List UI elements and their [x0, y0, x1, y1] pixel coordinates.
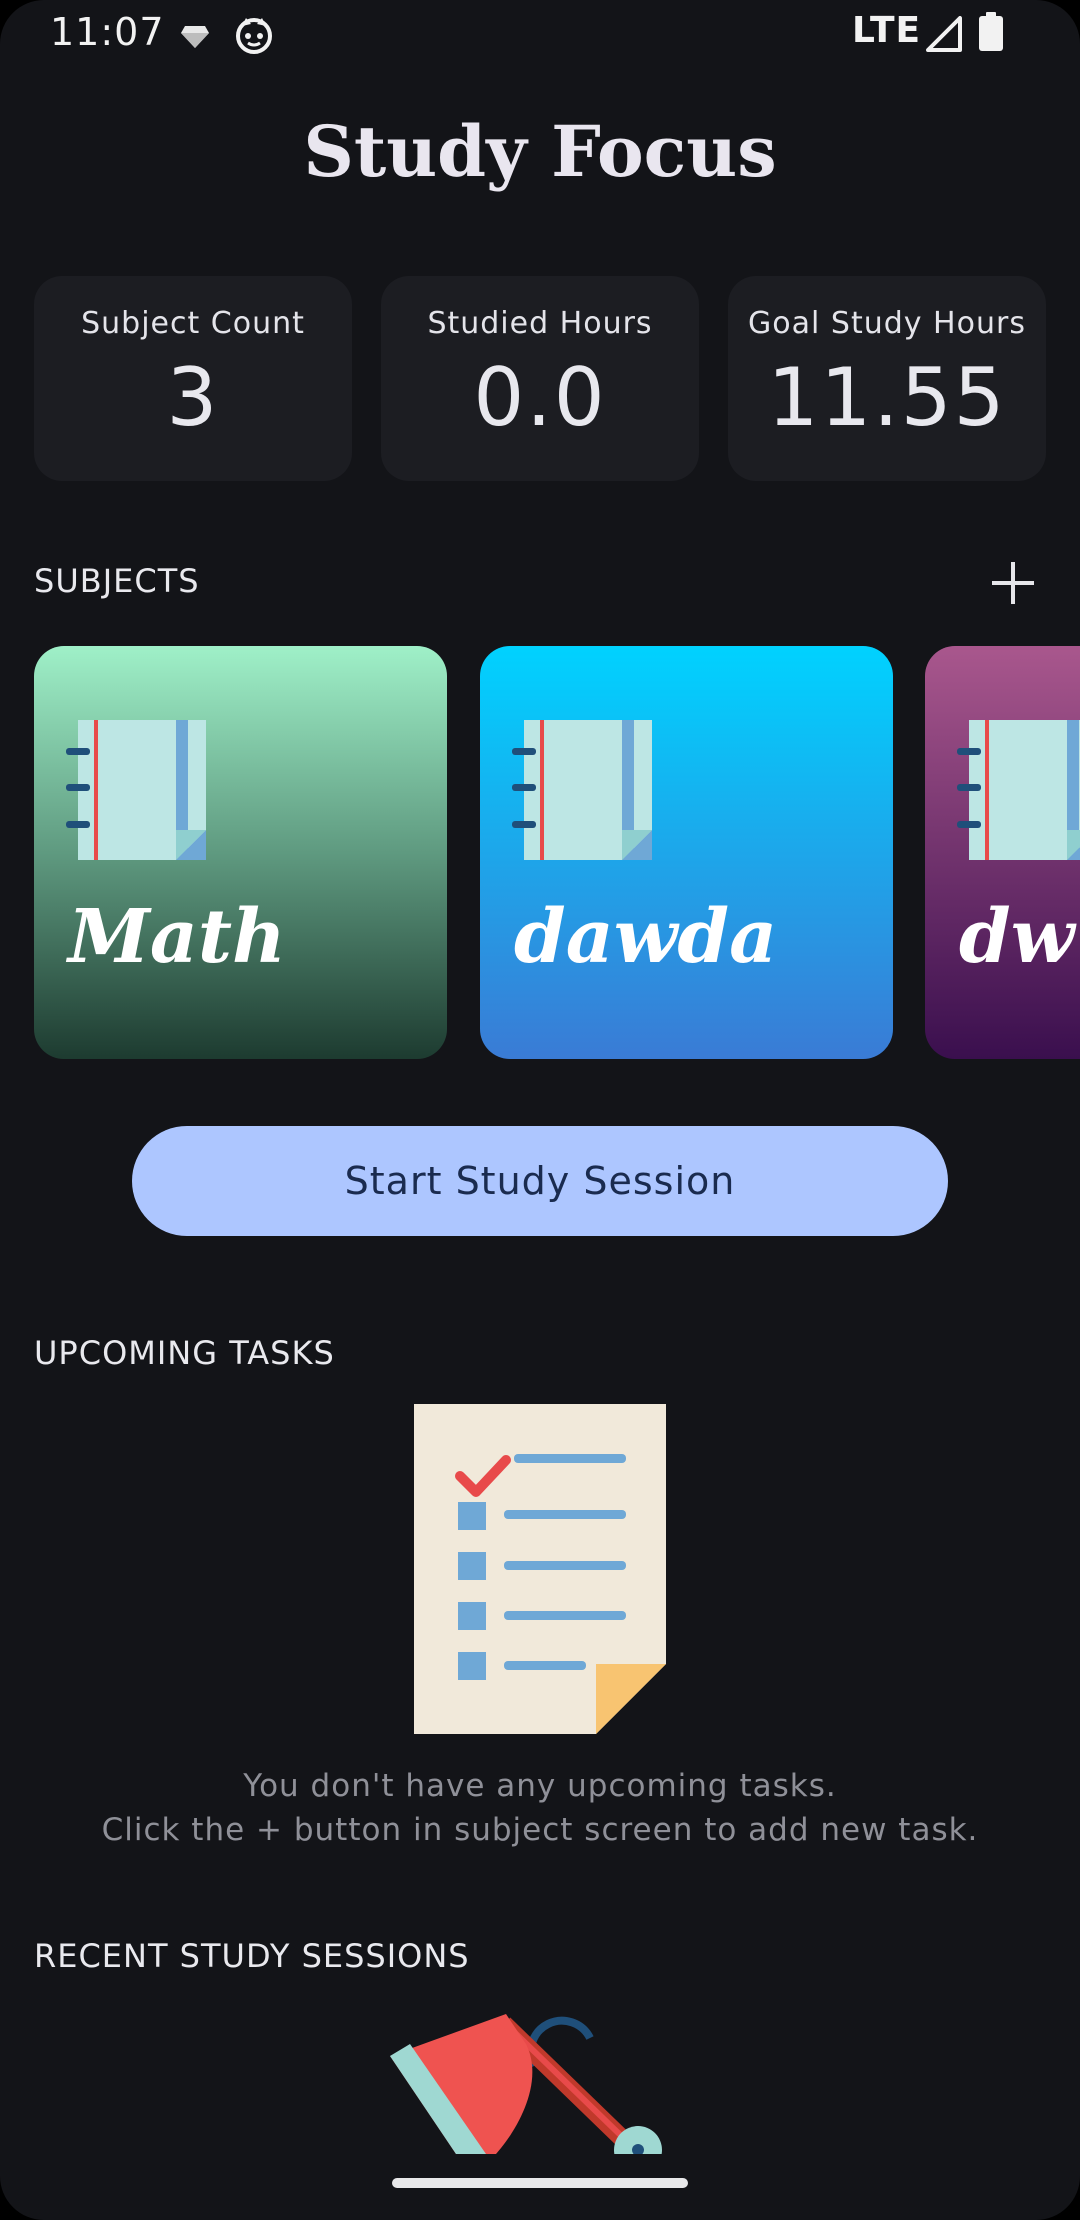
subject-name: dawda: [514, 894, 778, 980]
empty-tasks-message-line1: You don't have any upcoming tasks.: [243, 1768, 837, 1804]
home-indicator[interactable]: [392, 2178, 688, 2188]
desk-lamp-icon: [390, 2014, 662, 2154]
add-subject-button[interactable]: [990, 560, 1036, 606]
page-title: Study Focus: [303, 110, 777, 193]
subject-name: Math: [68, 894, 286, 980]
stat-value: 3: [166, 351, 220, 444]
battery-icon: [979, 12, 1003, 51]
subjects-list[interactable]: Math dawda dw: [0, 646, 1080, 1060]
phone-screen: 11:07 LTE Study Focus Subject Count 3 St…: [0, 0, 1080, 2220]
subject-count-card: Subject Count 3: [34, 276, 352, 481]
stat-label: Studied Hours: [427, 306, 653, 341]
goal-study-hours-card[interactable]: Goal Study Hours 11.55: [728, 276, 1046, 481]
stat-label: Subject Count: [81, 306, 305, 341]
recent-sessions-heading: RECENT STUDY SESSIONS: [34, 1937, 470, 1975]
studied-hours-card: Studied Hours 0.0: [381, 276, 699, 481]
network-type: LTE: [852, 10, 922, 51]
notebook-icon: [512, 720, 652, 860]
cat-notification-icon: [236, 18, 272, 54]
task-checklist-icon: [414, 1404, 666, 1734]
stat-label: Goal Study Hours: [748, 306, 1026, 341]
notebook-icon: [66, 720, 206, 860]
subject-card-dawda[interactable]: dawda: [480, 646, 893, 1059]
subject-name: dw: [959, 894, 1075, 980]
notebook-icon: [957, 720, 1080, 860]
subject-card-math[interactable]: Math: [34, 646, 447, 1059]
subject-card-dw[interactable]: dw: [925, 646, 1080, 1059]
status-bar: 11:07 LTE: [0, 0, 1080, 66]
stat-value: 0.0: [473, 351, 607, 444]
subjects-heading: SUBJECTS: [34, 562, 200, 600]
stat-value: 11.55: [767, 351, 1007, 444]
signal-icon: [926, 16, 962, 52]
diamond-notification-icon: [181, 26, 209, 48]
start-study-session-button[interactable]: Start Study Session: [132, 1126, 948, 1236]
upcoming-tasks-heading: UPCOMING TASKS: [34, 1334, 335, 1372]
empty-tasks-message-line2: Click the + button in subject screen to …: [101, 1812, 979, 1848]
status-time: 11:07: [50, 10, 165, 54]
